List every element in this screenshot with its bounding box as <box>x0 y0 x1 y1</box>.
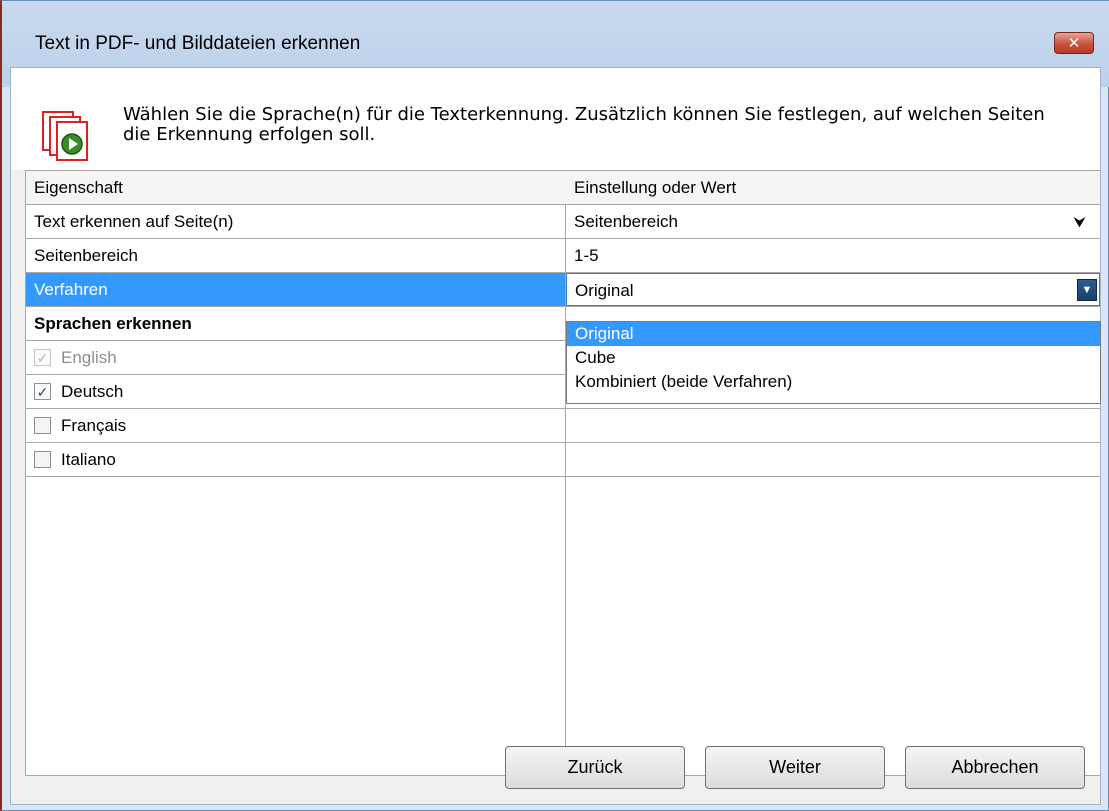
table-row-selected[interactable]: Verfahren Original ▼ <box>26 273 1100 307</box>
close-icon: ✕ <box>1067 34 1081 52</box>
dropdown-option-original[interactable]: Original <box>567 322 1100 346</box>
property-label: Text erkennen auf Seite(n) <box>34 211 234 231</box>
cancel-button[interactable]: Abbrechen <box>905 746 1085 789</box>
property-value[interactable]: Seitenbereich ⮟ <box>566 205 1100 238</box>
table-row[interactable]: Text erkennen auf Seite(n) Seitenbereich… <box>26 205 1100 239</box>
grid-header-row: Eigenschaft Einstellung oder Wert <box>26 171 1100 205</box>
combobox-value: Original <box>575 280 634 300</box>
method-combobox[interactable]: Original ▼ <box>566 273 1100 306</box>
back-button[interactable]: Zurück <box>505 746 685 789</box>
checkbox-italiano[interactable] <box>34 451 51 468</box>
language-english: ✓ English <box>26 341 565 374</box>
checkbox-deutsch[interactable]: ✓ <box>34 383 51 400</box>
method-dropdown-list[interactable]: Original Cube Kombiniert (beide Verfahre… <box>566 321 1101 404</box>
checkbox-english: ✓ <box>34 349 51 366</box>
dialog-body: Wählen Sie die Sprache(n) für die Texter… <box>10 67 1101 805</box>
language-label: Français <box>61 415 127 435</box>
property-label: Verfahren <box>26 273 565 306</box>
window-title: Text in PDF- und Bilddateien erkennen <box>35 33 361 54</box>
list-item[interactable]: Italiano <box>26 443 1100 477</box>
column-header-property[interactable]: Eigenschaft <box>26 171 565 204</box>
language-deutsch[interactable]: ✓ Deutsch <box>26 375 565 408</box>
list-item[interactable]: Français <box>26 409 1100 443</box>
dropdown-option-combined[interactable]: Kombiniert (beide Verfahren) <box>567 370 1100 394</box>
dropdown-arrow-icon[interactable]: ⮟ <box>1073 214 1086 231</box>
language-francais[interactable]: Français <box>26 409 565 442</box>
column-header-value[interactable]: Einstellung oder Wert <box>566 171 1100 204</box>
property-value[interactable]: 1-5 <box>566 239 1100 272</box>
languages-section-title: Sprachen erkennen <box>34 313 192 333</box>
language-italiano[interactable]: Italiano <box>26 443 565 476</box>
instruction-header: Wählen Sie die Sprache(n) für die Texter… <box>11 68 1100 170</box>
property-grid: Eigenschaft Einstellung oder Wert Text e… <box>25 170 1100 776</box>
close-button[interactable]: ✕ <box>1054 32 1094 54</box>
dropdown-option-cube[interactable]: Cube <box>567 346 1100 370</box>
dialog-window: Text in PDF- und Bilddateien erkennen ✕ … <box>0 0 1109 811</box>
chevron-down-icon[interactable]: ▼ <box>1077 279 1097 301</box>
next-button[interactable]: Weiter <box>705 746 885 789</box>
language-label: Italiano <box>61 449 116 469</box>
table-row[interactable]: Seitenbereich 1-5 <box>26 239 1100 273</box>
language-label: Deutsch <box>61 381 124 401</box>
pdf-play-icon <box>42 111 88 161</box>
checkbox-francais[interactable] <box>34 417 51 434</box>
instruction-text: Wählen Sie die Sprache(n) für die Texter… <box>123 104 1045 145</box>
property-label: Seitenbereich <box>34 245 138 265</box>
value-text: Seitenbereich <box>574 211 678 231</box>
language-label: English <box>61 347 117 367</box>
